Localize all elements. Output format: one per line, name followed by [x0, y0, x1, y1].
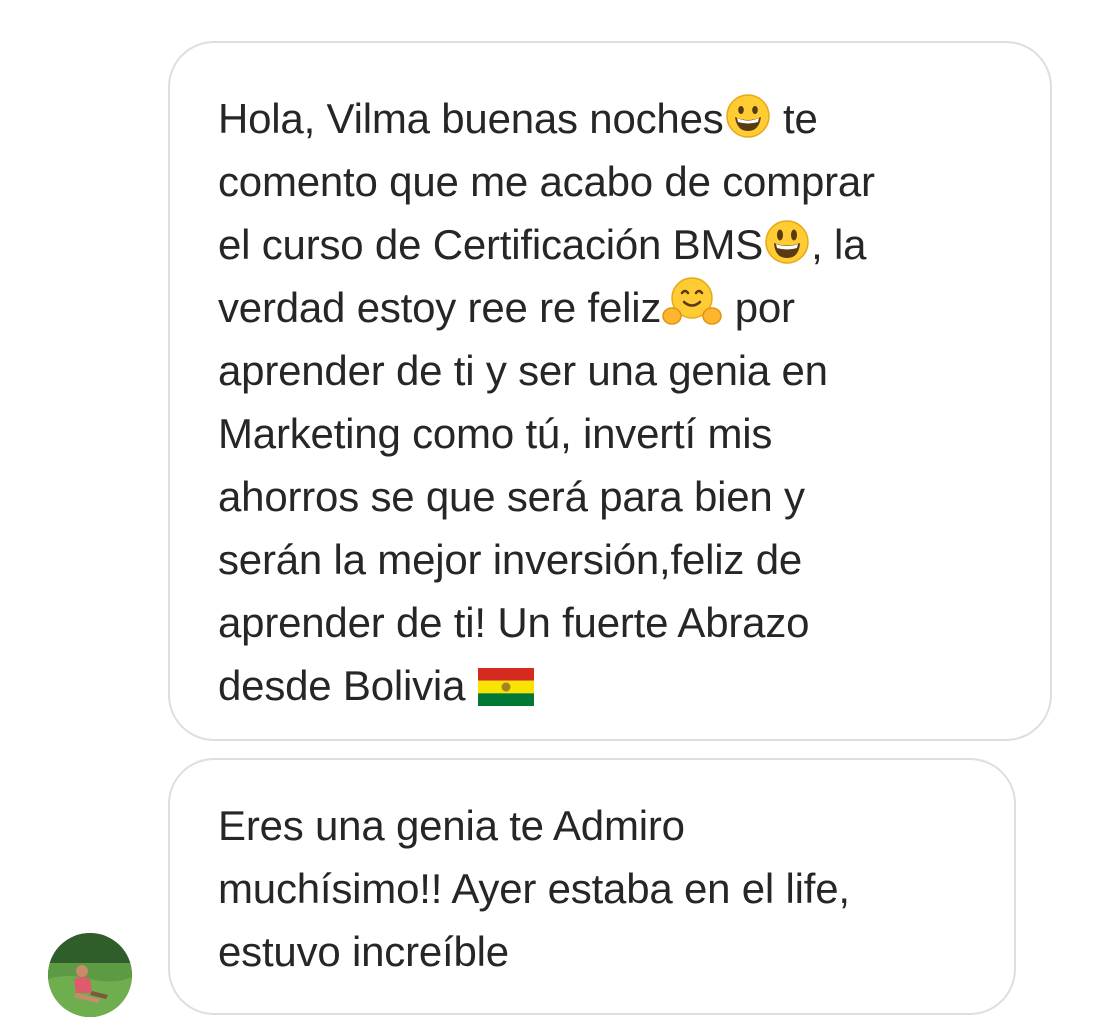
message-bubble-1[interactable]: Hola, Vilma buenas noches te comento que… — [168, 41, 1052, 741]
message-line: desde Bolivia — [218, 654, 1026, 717]
message-line: comento que me acabo de comprar — [218, 158, 875, 205]
message-thread: Hola, Vilma buenas noches te comento que… — [0, 0, 1093, 1035]
message-line: estuvo increíble — [218, 928, 509, 975]
grinning-face-icon — [725, 93, 771, 156]
message-line: serán la mejor inversión,feliz de — [218, 536, 803, 583]
profile-photo-icon — [48, 933, 132, 1017]
message-line: aprender de ti! Un fuerte Abrazo — [218, 599, 810, 646]
bolivia-flag-icon — [477, 660, 534, 723]
message-line: verdad estoy ree re feliz por — [218, 276, 1026, 339]
message-line: aprender de ti y ser una genia en — [218, 347, 828, 394]
message-line: Eres una genia te Admiro — [218, 802, 685, 849]
avatar[interactable] — [48, 933, 132, 1017]
message-line: Hola, Vilma buenas noches te — [218, 87, 1026, 150]
message-bubble-2[interactable]: Eres una genia te Admiro muchísimo!! Aye… — [168, 758, 1016, 1015]
smiling-face-big-eyes-icon — [764, 219, 810, 282]
message-line: ahorros se que será para bien y — [218, 473, 805, 520]
hugging-face-icon — [662, 276, 722, 345]
message-line: Marketing como tú, invertí mis — [218, 410, 773, 457]
message-line: muchísimo!! Ayer estaba en el life, — [218, 865, 850, 912]
message-line: el curso de Certificación BMS, la — [218, 213, 1026, 276]
